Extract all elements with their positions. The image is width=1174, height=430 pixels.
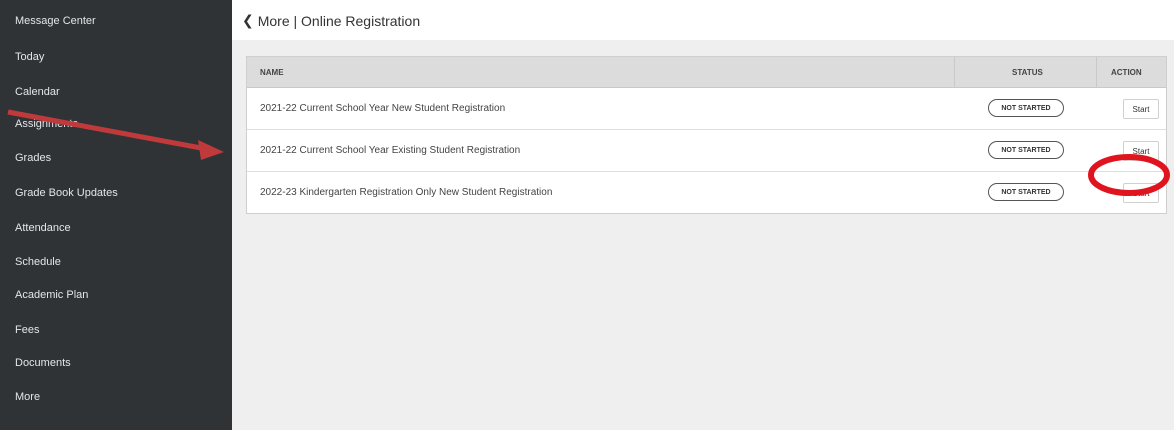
status-badge: NOT STARTED — [988, 183, 1064, 201]
sidebar-item-attendance[interactable]: Attendance — [15, 222, 71, 234]
top-bar: ❮ More | Online Registration — [232, 0, 1174, 40]
table-row: 2022-23 Kindergarten Registration Only N… — [247, 172, 1166, 213]
column-divider — [1096, 57, 1097, 87]
column-header-name: NAME — [260, 68, 284, 77]
back-link[interactable]: ❮ More | Online Registration — [242, 12, 420, 29]
column-header-action: ACTION — [1111, 68, 1142, 77]
status-badge: NOT STARTED — [988, 99, 1064, 117]
registration-table: NAME STATUS ACTION 2021-22 Current Schoo… — [246, 56, 1167, 214]
column-divider — [954, 57, 955, 87]
start-button[interactable]: Start — [1123, 99, 1159, 119]
sidebar-item-more[interactable]: More — [15, 391, 40, 403]
table-row: 2021-22 Current School Year Existing Stu… — [247, 130, 1166, 172]
sidebar: Message Center Today Calendar Assignment… — [0, 0, 232, 430]
start-button[interactable]: Start — [1123, 141, 1159, 161]
sidebar-item-fees[interactable]: Fees — [15, 324, 39, 336]
sidebar-item-documents[interactable]: Documents — [15, 357, 71, 369]
sidebar-item-schedule[interactable]: Schedule — [15, 256, 61, 268]
sidebar-item-message-center[interactable]: Message Center — [15, 15, 96, 27]
table-header: NAME STATUS ACTION — [247, 57, 1166, 88]
sidebar-item-grades[interactable]: Grades — [15, 152, 51, 164]
main-content: ❮ More | Online Registration NAME STATUS… — [232, 0, 1174, 430]
chevron-left-icon[interactable]: ❮ — [242, 12, 254, 29]
sidebar-item-grade-book-updates[interactable]: Grade Book Updates — [15, 187, 118, 199]
sidebar-item-calendar[interactable]: Calendar — [15, 86, 60, 98]
registration-name: 2021-22 Current School Year Existing Stu… — [260, 145, 521, 156]
start-button[interactable]: Start — [1123, 183, 1159, 203]
status-badge: NOT STARTED — [988, 141, 1064, 159]
sidebar-item-assignments[interactable]: Assignments — [15, 118, 78, 130]
registration-name: 2021-22 Current School Year New Student … — [260, 103, 506, 114]
registration-name: 2022-23 Kindergarten Registration Only N… — [260, 187, 553, 198]
column-header-status: STATUS — [1012, 68, 1043, 77]
sidebar-item-academic-plan[interactable]: Academic Plan — [15, 289, 88, 301]
breadcrumb: More | Online Registration — [257, 12, 421, 29]
sidebar-item-today[interactable]: Today — [15, 51, 44, 63]
table-row: 2021-22 Current School Year New Student … — [247, 88, 1166, 130]
